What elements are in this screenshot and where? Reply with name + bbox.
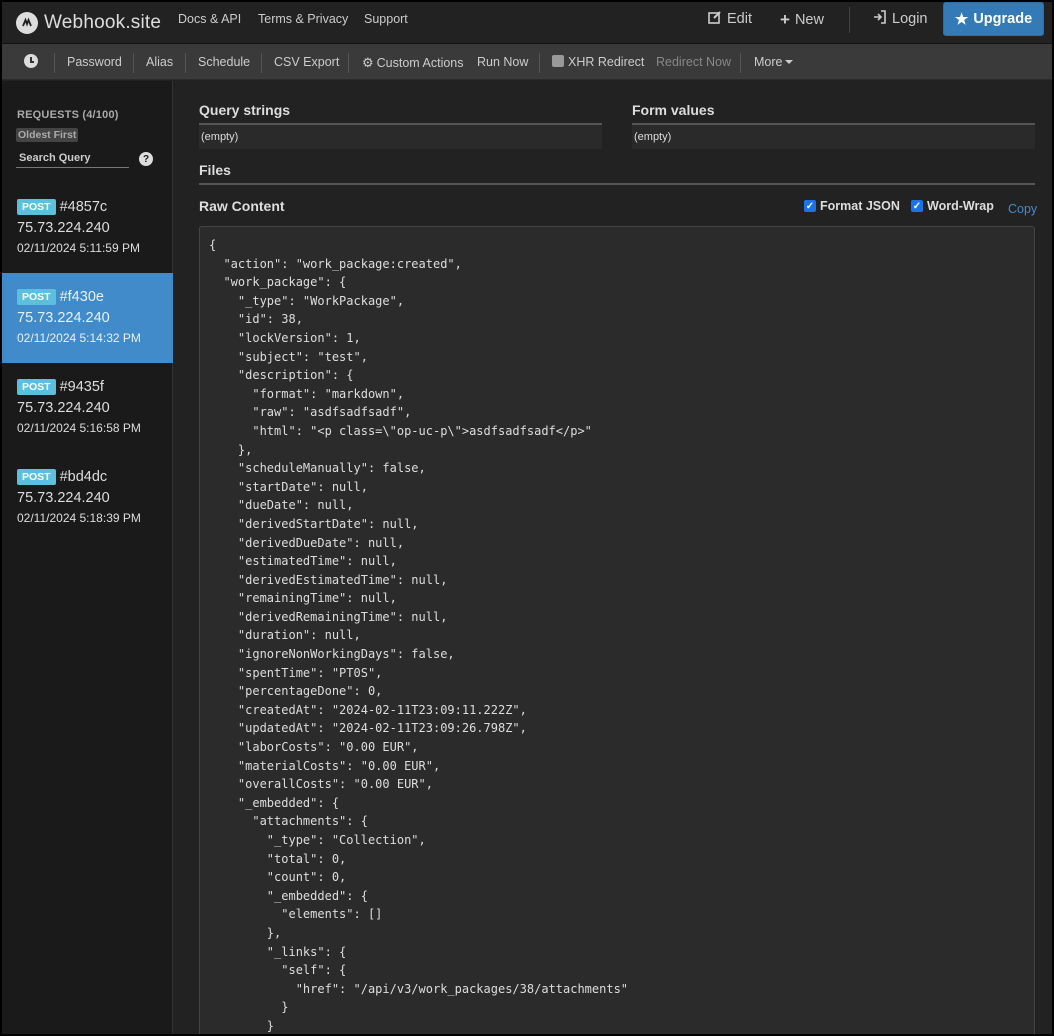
raw-content-box[interactable]: { "action": "work_package:created", "wor…: [199, 226, 1035, 1034]
clock-icon[interactable]: [24, 54, 38, 68]
checkmark-icon: ✓: [804, 200, 816, 212]
xhr-redirect-label: XHR Redirect: [568, 55, 645, 69]
help-icon[interactable]: ?: [139, 152, 153, 166]
checkmark-icon: ✓: [911, 200, 923, 212]
request-details: Query strings (empty) Form values (empty…: [174, 81, 1052, 1034]
custom-actions-label: Custom Actions: [376, 56, 464, 70]
action-toolbar: Password Alias Schedule CSV Export ⚙ Cust…: [2, 44, 1052, 80]
method-badge: POST: [17, 289, 56, 305]
query-strings-heading: Query strings: [199, 102, 291, 118]
method-badge: POST: [17, 469, 56, 485]
request-time: 02/11/2024 5:11:59 PM: [17, 241, 140, 255]
gear-icon: ⚙: [362, 55, 374, 70]
toolbar-divider: [348, 53, 349, 73]
request-ip: 75.73.224.240: [17, 400, 110, 416]
new-button[interactable]: + New: [780, 10, 824, 30]
query-strings-value: (empty): [199, 125, 602, 149]
redirect-icon: [552, 55, 564, 67]
nav-divider: [849, 7, 850, 33]
edit-icon: [708, 10, 722, 28]
brand-name: Webhook.site: [44, 12, 162, 33]
edit-button[interactable]: Edit: [708, 10, 752, 28]
new-label: New: [794, 12, 824, 28]
request-id: #f430e: [59, 289, 104, 305]
toolbar-divider: [740, 53, 741, 73]
nav-terms-privacy[interactable]: Terms & Privacy: [258, 12, 348, 26]
format-json-label: Format JSON: [820, 199, 900, 213]
redirect-now-button[interactable]: Redirect Now: [656, 55, 731, 69]
request-id: #9435f: [59, 379, 104, 395]
xhr-redirect-button[interactable]: XHR Redirect: [552, 55, 644, 69]
webhook-logo-icon: [16, 12, 38, 34]
caret-down-icon: [785, 60, 794, 64]
raw-content-heading: Raw Content: [199, 198, 285, 214]
webhook-site-window: Webhook.site Docs & API Terms & Privacy …: [2, 2, 1052, 1034]
brand[interactable]: Webhook.site: [16, 8, 161, 38]
request-id: #4857c: [59, 199, 108, 215]
format-json-checkbox[interactable]: ✓ Format JSON: [804, 199, 900, 213]
edit-label: Edit: [727, 11, 752, 27]
request-item[interactable]: POST #4857c 75.73.224.240 02/11/2024 5:11…: [2, 183, 173, 273]
word-wrap-label: Word-Wrap: [927, 199, 994, 213]
form-values-heading: Form values: [632, 102, 715, 118]
divider: [199, 183, 1035, 185]
run-now-button[interactable]: Run Now: [477, 55, 528, 69]
nav-support[interactable]: Support: [364, 12, 408, 26]
login-icon: [873, 10, 887, 28]
method-badge: POST: [17, 379, 56, 395]
request-id: #bd4dc: [59, 469, 108, 485]
request-time: 02/11/2024 5:16:58 PM: [17, 421, 141, 435]
method-badge: POST: [17, 199, 56, 215]
csv-export-button[interactable]: CSV Export: [274, 55, 339, 69]
password-button[interactable]: Password: [67, 55, 122, 69]
upgrade-button[interactable]: ★ Upgrade: [943, 2, 1044, 36]
copy-link[interactable]: Copy: [1008, 202, 1037, 216]
toolbar-divider: [185, 53, 186, 73]
nav-docs-api[interactable]: Docs & API: [178, 12, 241, 26]
request-ip: 75.73.224.240: [17, 490, 110, 506]
alias-button[interactable]: Alias: [146, 55, 173, 69]
word-wrap-checkbox[interactable]: ✓ Word-Wrap: [911, 199, 994, 213]
plus-icon: +: [780, 10, 790, 29]
toolbar-divider: [133, 53, 134, 73]
toolbar-divider: [261, 53, 262, 73]
request-ip: 75.73.224.240: [17, 310, 110, 326]
toolbar-divider: [539, 53, 540, 73]
request-time: 02/11/2024 5:18:39 PM: [17, 511, 141, 525]
login-button[interactable]: Login: [873, 10, 927, 28]
files-heading: Files: [199, 162, 231, 178]
top-navbar: Webhook.site Docs & API Terms & Privacy …: [2, 2, 1052, 44]
schedule-button[interactable]: Schedule: [198, 55, 250, 69]
more-label: More: [754, 55, 783, 69]
raw-content-code: { "action": "work_package:created", "wor…: [209, 238, 629, 1033]
request-item[interactable]: POST #bd4dc 75.73.224.240 02/11/2024 5:18…: [2, 453, 173, 543]
request-time: 02/11/2024 5:14:32 PM: [17, 331, 141, 345]
login-label: Login: [892, 11, 928, 27]
request-item[interactable]: POST #9435f 75.73.224.240 02/11/2024 5:16…: [2, 363, 173, 453]
star-icon: ★: [954, 11, 969, 28]
requests-count: REQUESTS (4/100): [17, 109, 119, 121]
search-query-input[interactable]: [16, 149, 129, 168]
upgrade-label: Upgrade: [973, 11, 1033, 27]
request-item-selected[interactable]: POST #f430e 75.73.224.240 02/11/2024 5:14…: [2, 273, 173, 363]
request-ip: 75.73.224.240: [17, 220, 110, 236]
more-dropdown[interactable]: More: [754, 55, 794, 69]
custom-actions-button[interactable]: ⚙ Custom Actions: [362, 55, 464, 71]
requests-sidebar: REQUESTS (4/100) Oldest First ? POST#485…: [2, 81, 173, 1034]
toolbar-divider: [54, 53, 55, 73]
form-values-value: (empty): [632, 125, 1035, 149]
sort-toggle[interactable]: Oldest First: [16, 128, 79, 142]
